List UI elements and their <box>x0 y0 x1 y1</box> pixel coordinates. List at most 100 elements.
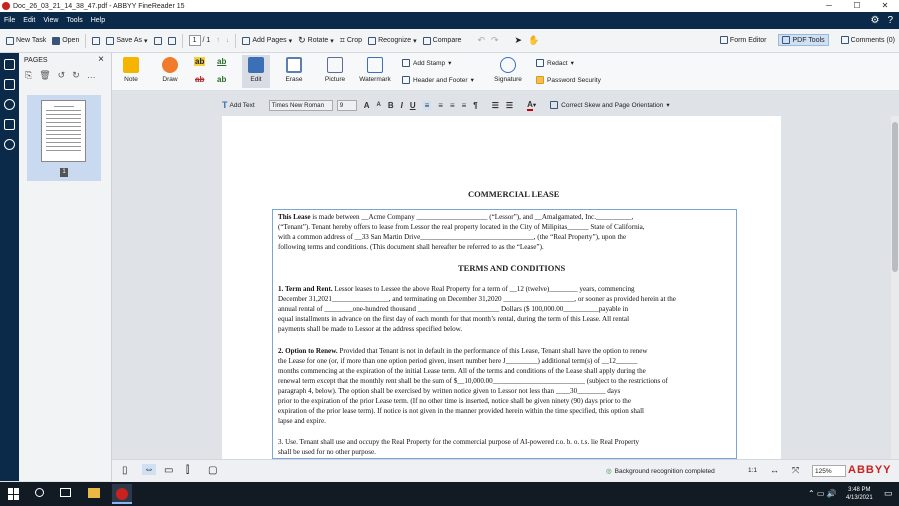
open-button[interactable]: Open <box>52 36 79 45</box>
align-center-button[interactable]: ≡ <box>438 101 443 110</box>
font-size-select[interactable]: 9 <box>336 99 357 111</box>
task-view-icon[interactable] <box>60 488 71 497</box>
align-right-button[interactable]: ≡ <box>450 101 455 110</box>
redact-button[interactable]: Redact ▾ <box>536 59 574 67</box>
undo-button[interactable]: ↶ <box>477 35 485 46</box>
menu-edit[interactable]: Edit <box>23 17 35 24</box>
document-page[interactable]: COMMERCIAL LEASE This Lease is made betw… <box>222 116 781 459</box>
delete-page-icon[interactable]: 🗑 <box>39 70 50 81</box>
system-tray-icons[interactable]: ⌃ ▭ 🔊 <box>808 489 837 498</box>
watermark-tool[interactable]: Watermark <box>358 57 392 83</box>
bold-button[interactable]: B <box>388 101 394 110</box>
single-page-view-icon[interactable]: ▯ <box>122 465 128 476</box>
line-spacing-icon[interactable]: ☰ <box>506 101 513 110</box>
edit-tool[interactable]: Edit <box>242 55 270 88</box>
password-security-button[interactable]: Password Security <box>536 76 601 84</box>
increase-font-icon[interactable]: A <box>364 101 370 110</box>
justify-button[interactable]: ≡ <box>462 101 467 110</box>
terms-heading: TERMS AND CONDITIONS <box>458 263 566 273</box>
close-window-button[interactable]: ✕ <box>871 0 899 12</box>
menu-help[interactable]: Help <box>91 17 105 24</box>
bookmarks-icon[interactable] <box>4 79 15 90</box>
vertical-scrollbar[interactable] <box>891 116 899 459</box>
chevron-down-icon[interactable]: ▾ <box>533 101 536 109</box>
add-pages-button[interactable]: Add Pages ▾ <box>242 36 292 45</box>
rotate-right-icon[interactable]: ↻ <box>72 70 80 81</box>
strikethrough-tool[interactable]: ab <box>194 75 205 84</box>
pdf-tools-button[interactable]: PDF Tools <box>778 34 829 46</box>
correct-skew-button[interactable]: Correct Skew and Page Orientation ▾ <box>550 101 670 109</box>
draw-tool[interactable]: Draw <box>158 57 182 83</box>
select-tool-button[interactable]: ➤ <box>515 35 523 46</box>
add-text-button[interactable]: T Add Text <box>222 100 255 110</box>
add-page-icon[interactable]: ⎘ <box>25 70 32 81</box>
list-icon[interactable]: ☰ <box>492 101 499 110</box>
form-editor-button[interactable]: Form Editor <box>719 34 766 46</box>
highlight-tool[interactable]: ab <box>194 57 206 66</box>
close-pages-panel-icon[interactable]: × <box>98 54 104 65</box>
save-button[interactable] <box>92 36 101 45</box>
help-question-icon[interactable]: ? <box>887 15 893 26</box>
settings-gear-icon[interactable]: ⚙ <box>870 15 879 26</box>
maximize-button[interactable]: ☐ <box>843 0 871 12</box>
menu-file[interactable]: File <box>4 17 15 24</box>
crop-button[interactable]: ⌗ Crop <box>340 35 362 46</box>
notification-icon[interactable]: ▭ <box>884 488 893 499</box>
underline-tool[interactable]: ab <box>216 57 227 66</box>
file-explorer-icon[interactable] <box>88 488 100 498</box>
form-editor-icon <box>719 36 728 44</box>
underline-button[interactable]: U <box>410 101 416 110</box>
new-task-button[interactable]: New Task <box>6 36 46 45</box>
picture-tool[interactable]: Picture <box>322 57 348 83</box>
clock[interactable]: 3:48 PM 4/13/2021 <box>846 486 873 502</box>
strikethrough-icon: ab <box>195 75 205 84</box>
signature-tool[interactable]: Signature <box>492 57 524 83</box>
more-options-icon[interactable]: … <box>87 70 96 80</box>
fullscreen-view-icon[interactable]: ▢ <box>208 465 217 476</box>
recognize-button[interactable]: Recognize ▾ <box>368 36 417 45</box>
comments-button[interactable]: Comments (0) <box>840 34 895 46</box>
header-footer-button[interactable]: Header and Footer ▾ <box>402 76 474 84</box>
continuous-view-icon[interactable]: ⫿ <box>186 465 189 476</box>
pages-panel-icon[interactable] <box>4 59 15 70</box>
section-1-heading: 1. Term and Rent. <box>278 285 333 293</box>
erase-tool[interactable]: Erase <box>282 57 306 83</box>
next-page-button[interactable]: ↓ <box>226 37 230 44</box>
actual-size-button[interactable]: 1:1 <box>748 467 757 474</box>
compare-button[interactable]: Compare <box>422 36 461 45</box>
menu-view[interactable]: View <box>43 17 58 24</box>
fit-width-icon[interactable]: ↔ <box>770 465 779 475</box>
page-number-input[interactable]: 1 <box>188 35 201 46</box>
search-icon[interactable] <box>35 488 44 497</box>
scrollbar-thumb[interactable] <box>892 122 898 272</box>
page-thumbnail-selected[interactable]: 1 <box>27 95 101 181</box>
minimize-button[interactable]: ─ <box>815 0 843 12</box>
email-button[interactable] <box>167 36 176 45</box>
rotate-left-icon[interactable]: ↺ <box>58 70 66 81</box>
note-tool[interactable]: Note <box>120 57 142 83</box>
redo-button[interactable]: ↷ <box>491 35 499 46</box>
print-button[interactable] <box>153 36 162 45</box>
replace-text-tool[interactable]: ab <box>216 75 227 84</box>
add-text-icon: T <box>222 100 228 110</box>
zoom-select[interactable]: 125% <box>812 465 846 477</box>
windows-start-icon[interactable] <box>8 488 20 500</box>
rotate-button[interactable]: ↻ Rotate ▾ <box>298 35 334 46</box>
search-icon[interactable] <box>4 99 15 110</box>
paragraph-icon[interactable]: ¶ <box>473 101 477 110</box>
finereader-taskbar-icon[interactable] <box>112 484 132 504</box>
align-left-button[interactable]: ≡ <box>422 100 432 110</box>
add-stamp-button[interactable]: Add Stamp ▾ <box>402 59 451 67</box>
hand-tool-button[interactable]: ✋ <box>528 35 539 46</box>
italic-button[interactable]: I <box>401 101 403 110</box>
font-family-select[interactable]: Times New Roman <box>268 99 333 111</box>
tags-icon[interactable] <box>4 119 15 130</box>
save-as-button[interactable]: Save As ▾ <box>106 36 148 45</box>
decrease-font-icon[interactable]: A <box>376 102 380 108</box>
signatures-icon[interactable] <box>4 139 15 150</box>
fit-page-icon[interactable]: ⤧ <box>792 465 799 476</box>
menu-tools[interactable]: Tools <box>66 17 82 24</box>
previous-page-button[interactable]: ↑ <box>216 37 220 44</box>
two-page-view-icon[interactable]: ▭ <box>164 465 173 476</box>
fit-width-view-icon[interactable]: ⇔ <box>142 464 156 475</box>
